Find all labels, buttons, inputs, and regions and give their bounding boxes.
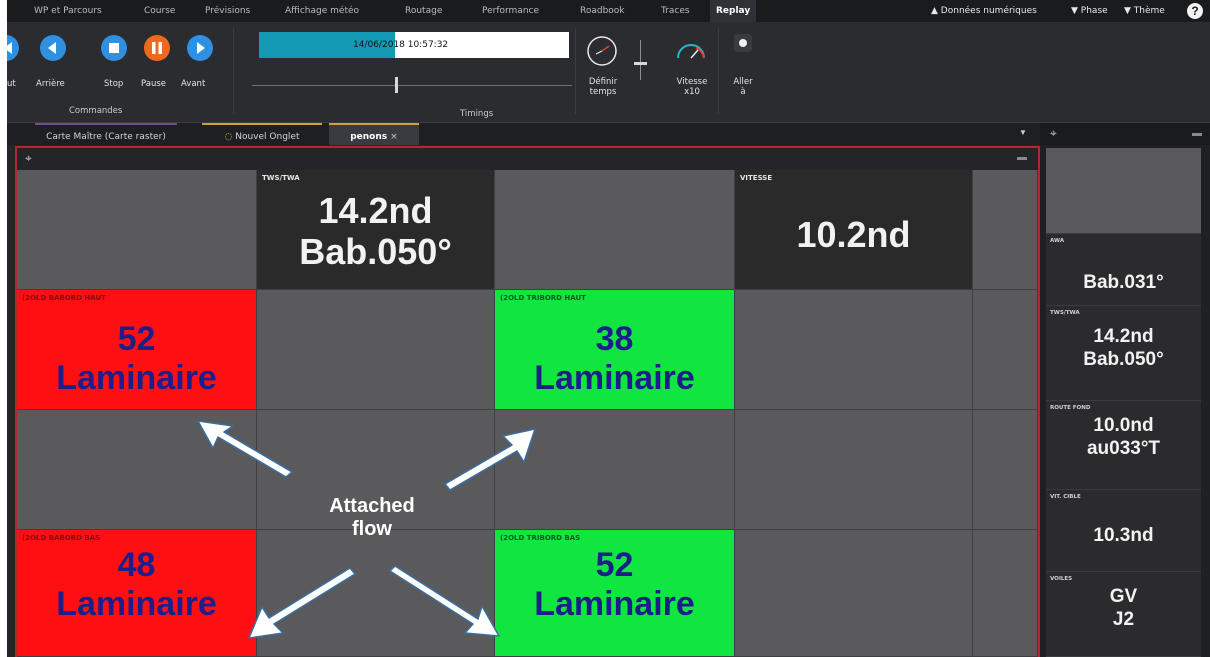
tab-penons[interactable]: penons × [329,123,419,145]
menu-affichage-meteo[interactable]: Affichage météo [285,0,359,22]
goto-icon [734,34,752,52]
menu-performance[interactable]: Performance [482,0,539,22]
attached-flow-arrows [197,420,536,639]
minimize-icon[interactable] [1017,157,1027,160]
phase-label: Phase [1080,6,1108,16]
tab-dropdown-icon[interactable]: ▼ [1019,128,1027,137]
right-empty-tile [1046,148,1201,234]
awa-value: Bab.031° [1083,272,1164,293]
route-fond-value: 10.0nd au033°T [1086,415,1161,459]
vitesse-button[interactable]: Vitesse x10 [671,32,711,97]
timings-group-label: Timings [460,109,494,119]
pin-icon[interactable]: ⌖ [1050,126,1057,141]
stop-label: Stop [104,79,124,89]
ribbon-toolbar: ut Arrière Stop Pause Avant Commandes 14… [7,22,1210,123]
ribbon-separator [575,28,576,114]
rp-tws-twa-tile[interactable]: TWS/TWA 14.2nd Bab.050° [1046,306,1201,401]
debut-label: ut [7,79,16,89]
arrow-to-tribord-bas [389,565,500,637]
pause-label: Pause [141,79,166,89]
ribbon-separator [718,28,719,114]
route-fond-tile[interactable]: ROUTE FOND 10.0nd au033°T [1046,401,1201,490]
right-data-panel: ⌖ AWA Bab.031° TWS/TWA 14.2nd Bab.050° R… [1040,123,1210,657]
theme-label: Thème [1133,6,1165,16]
donnees-numeriques-label: Données numériques [940,6,1037,16]
instrument-grid: TWS/TWA 14.2nd Bab.050° VITESSE 10.2nd (… [17,170,1038,657]
speedometer-icon [677,44,705,59]
close-tab-icon[interactable]: × [390,132,398,142]
aller-a-label: Aller à [733,77,753,97]
arrow-to-tribord-haut [444,428,536,491]
rewind-icon [48,42,56,54]
arrow-to-babord-haut [197,420,293,478]
app-window: WP et Parcours Course Prévisions Afficha… [7,0,1210,657]
voiles-tile[interactable]: VOILES GV J2 [1046,572,1201,657]
route-fond-label: ROUTE FOND [1050,405,1091,411]
stop-icon [109,43,119,53]
tab-nouvel-onglet-label: Nouvel Onglet [235,132,300,142]
time-slider-thumb[interactable] [395,77,398,93]
time-slider-track[interactable] [252,85,572,86]
commandes-group-label: Commandes [69,106,123,116]
tab-carte-maitre-label: Carte Maître (Carte raster) [46,132,166,142]
menu-routage[interactable]: Routage [405,0,442,22]
help-icon[interactable]: ? [1187,3,1203,19]
awa-label: AWA [1050,238,1065,244]
menu-bar: WP et Parcours Course Prévisions Afficha… [7,0,1210,22]
awa-tile[interactable]: AWA Bab.031° [1046,234,1201,306]
aller-a-button[interactable]: Aller à [726,32,758,97]
arriere-label: Arrière [36,79,65,89]
pin-icon[interactable]: ⌖ [25,151,32,166]
vitesse-label: Vitesse x10 [676,77,708,97]
tab-nouvel-onglet[interactable]: ◌ Nouvel Onglet [202,123,322,145]
tab-carte-maitre[interactable]: Carte Maître (Carte raster) [35,123,177,145]
rp-tws-twa-label: TWS/TWA [1050,310,1080,316]
tab-bar: Carte Maître (Carte raster) ◌ Nouvel Ong… [7,123,1210,145]
definir-temps-button[interactable]: Définir temps [582,32,622,97]
menu-previsions[interactable]: Prévisions [205,0,250,22]
phase-menu[interactable]: ▼ Phase [1071,0,1108,22]
penons-panel: ⌖ TWS/TWA 14.2nd Bab.050° VITESSE 10.2nd… [15,146,1040,657]
play-icon [197,42,205,54]
speed-slider-track[interactable] [640,40,641,80]
panel-header: ⌖ [17,148,1038,170]
attached-flow-annotation: Attached flow [329,495,415,540]
tab-penons-label: penons [350,132,388,142]
crosshair-icon: ◌ [224,132,233,142]
pause-button[interactable] [144,35,170,61]
vit-cible-label: VIT. CIBLE [1050,494,1081,500]
vit-cible-tile[interactable]: VIT. CIBLE 10.3nd [1046,490,1201,572]
ribbon-separator [233,28,234,114]
arriere-button[interactable] [40,35,66,61]
menu-replay[interactable]: Replay [710,0,757,22]
right-panel-header: ⌖ [1040,123,1210,145]
menu-roadbook[interactable]: Roadbook [580,0,625,22]
stop-button[interactable] [101,35,127,61]
clock-icon [587,36,617,66]
vit-cible-value: 10.3nd [1093,525,1154,546]
time-display: 14/06/2018 10:57:32 [353,40,449,50]
menu-course[interactable]: Course [144,0,175,22]
speed-slider-thumb[interactable] [634,62,647,65]
definir-temps-label: Définir temps [588,77,618,97]
debut-button[interactable] [7,35,19,61]
skip-back-icon [7,42,12,54]
minimize-icon[interactable] [1192,133,1202,136]
voiles-value: GV J2 [1109,586,1138,630]
menu-wp-parcours[interactable]: WP et Parcours [34,0,102,22]
rp-tws-twa-value: 14.2nd Bab.050° [1083,326,1164,370]
pause-icon [152,42,162,54]
donnees-numeriques-menu[interactable]: ▲ Données numériques [931,0,1037,22]
arrow-to-babord-bas [248,567,356,639]
time-progress-bar[interactable]: 14/06/2018 10:57:32 [259,32,569,58]
voiles-label: VOILES [1050,576,1073,582]
avant-button[interactable] [187,35,213,61]
avant-label: Avant [181,79,206,89]
theme-menu[interactable]: ▼ Thème [1124,0,1165,22]
menu-traces[interactable]: Traces [661,0,690,22]
